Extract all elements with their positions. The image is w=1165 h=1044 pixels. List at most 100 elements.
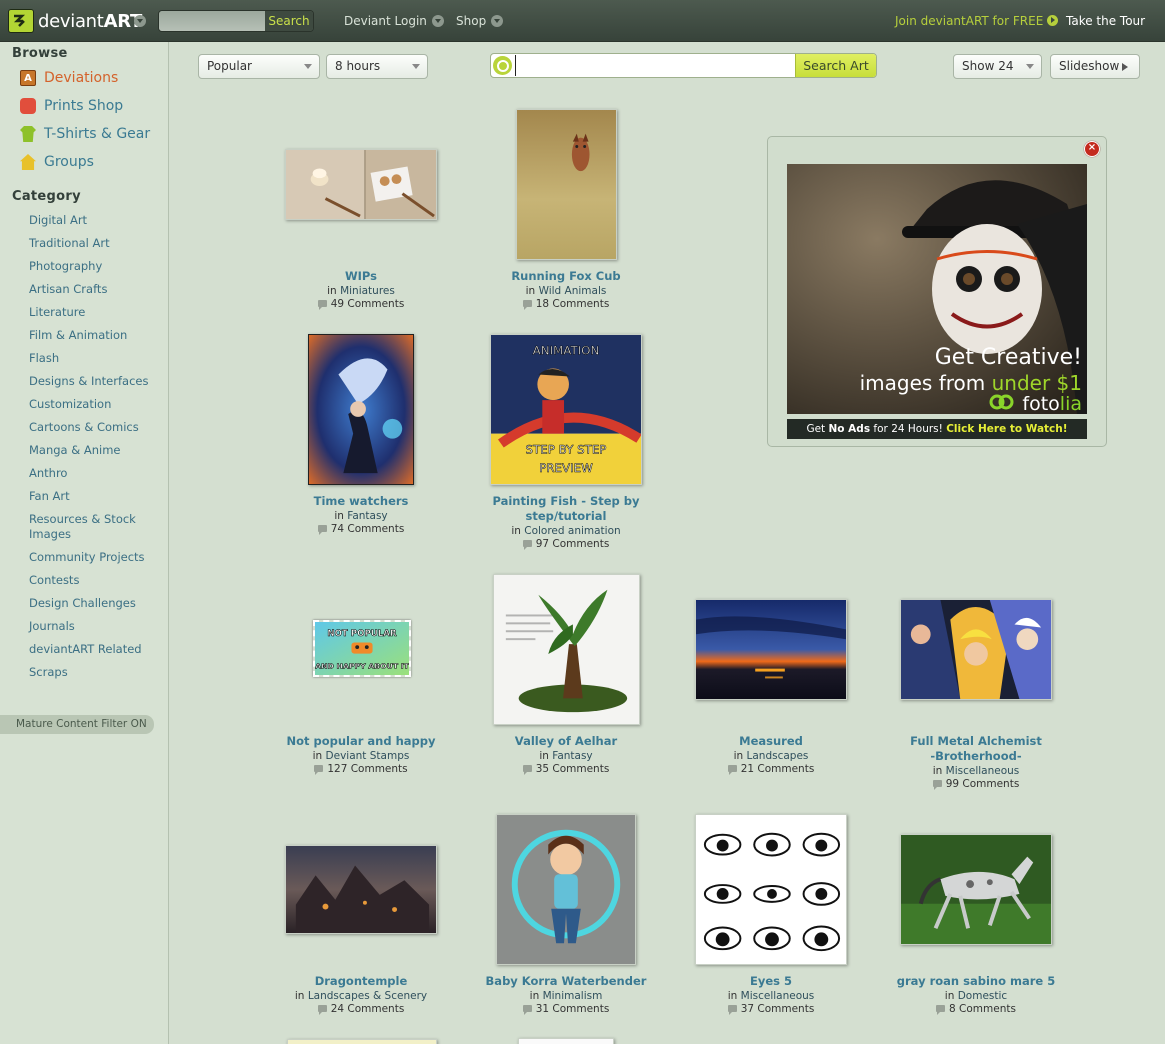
- comment-count-link[interactable]: 24 Comments: [331, 1003, 405, 1015]
- category-link[interactable]: Digital Art: [29, 213, 87, 228]
- deviation-category-link[interactable]: Landscapes & Scenery: [308, 990, 427, 1002]
- category-link[interactable]: Design Challenges: [29, 596, 136, 611]
- deviation-thumbnail[interactable]: [496, 814, 636, 965]
- category-link[interactable]: Designs & Interfaces: [29, 374, 148, 389]
- deviation-category-link[interactable]: Landscapes: [747, 750, 809, 762]
- thumbnail-text: ANIMATION: [533, 344, 600, 358]
- deviation-category-link[interactable]: Deviant Stamps: [326, 750, 410, 762]
- deviantart-logo[interactable]: deviantART: [8, 8, 142, 34]
- deviation-category-link[interactable]: Domestic: [958, 990, 1007, 1002]
- category-link[interactable]: Scraps: [29, 665, 68, 680]
- sidebar-item-groups[interactable]: Groups: [20, 153, 94, 171]
- deviation-thumbnail[interactable]: [695, 814, 847, 965]
- comment-count-link[interactable]: 35 Comments: [536, 763, 610, 775]
- take-the-tour-link[interactable]: Take the Tour: [1066, 14, 1145, 28]
- deviation-category-link[interactable]: Fantasy: [347, 510, 387, 522]
- category-link[interactable]: Traditional Art: [29, 236, 110, 251]
- category-link[interactable]: Flash: [29, 351, 59, 366]
- join-link[interactable]: Join deviantART for FREE: [895, 14, 1059, 28]
- deviation-title-link[interactable]: Measured: [671, 734, 871, 749]
- sidebar-item-deviations[interactable]: A Deviations: [20, 69, 118, 87]
- svg-text:fotolia: fotolia: [1022, 393, 1082, 414]
- shop-link[interactable]: Shop: [456, 14, 504, 28]
- mature-content-filter-toggle[interactable]: Mature Content Filter ON: [0, 715, 154, 734]
- category-link[interactable]: Manga & Anime: [29, 443, 121, 458]
- category-link[interactable]: Journals: [29, 619, 75, 634]
- category-link[interactable]: Community Projects: [29, 550, 145, 565]
- comment-count-link[interactable]: 74 Comments: [331, 523, 405, 535]
- deviation-thumbnail[interactable]: [493, 574, 640, 725]
- deviation-thumbnail[interactable]: ANIMATION STEP BY STEP PREVIEW: [490, 334, 642, 485]
- deviation-category-link[interactable]: Miscellaneous: [946, 765, 1020, 777]
- category-link[interactable]: Contests: [29, 573, 79, 588]
- sidebar: Browse A Deviations Prints Shop T-Shirts…: [0, 42, 169, 1044]
- deviation-title-link[interactable]: Full Metal Alchemist -Brotherhood-: [906, 734, 1046, 764]
- comment-count-link[interactable]: 99 Comments: [946, 778, 1020, 790]
- category-link[interactable]: Resources & Stock Images: [29, 512, 149, 542]
- comment-count-link[interactable]: 21 Comments: [741, 763, 815, 775]
- deviation-category-link[interactable]: Miniatures: [340, 285, 395, 297]
- category-link[interactable]: Literature: [29, 305, 85, 320]
- deviation-category-link[interactable]: Fantasy: [552, 750, 592, 762]
- deviation-caption: Full Metal Alchemist -Brotherhood- in Mi…: [876, 734, 1076, 791]
- deviation-title-link[interactable]: Painting Fish - Step by step/tutorial: [486, 494, 646, 524]
- topbar-search-button[interactable]: Search: [265, 11, 313, 31]
- deviation-thumbnail[interactable]: [900, 834, 1052, 945]
- deviation-category-link[interactable]: Miscellaneous: [741, 990, 815, 1002]
- deviation-title-link[interactable]: Eyes 5: [671, 974, 871, 989]
- deviation-title-link[interactable]: Dragontemple: [261, 974, 461, 989]
- deviation-thumbnail[interactable]: [285, 149, 437, 220]
- comment-count-link[interactable]: 37 Comments: [741, 1003, 815, 1015]
- comment-count-link[interactable]: 127 Comments: [327, 763, 407, 775]
- deviation-title-link[interactable]: Baby Korra Waterbender: [466, 974, 666, 989]
- time-range-dropdown[interactable]: 8 hours: [326, 54, 428, 79]
- category-link[interactable]: Artisan Crafts: [29, 282, 107, 297]
- search-art-button[interactable]: Search Art: [795, 54, 876, 77]
- watch-link[interactable]: Click Here to Watch!: [946, 423, 1067, 435]
- deviation-thumbnail[interactable]: [518, 1038, 614, 1044]
- sort-dropdown[interactable]: Popular: [198, 54, 320, 79]
- category-link[interactable]: deviantART Related: [29, 642, 142, 657]
- play-icon: [1122, 63, 1128, 71]
- category-link[interactable]: Fan Art: [29, 489, 70, 504]
- deviation-category-link[interactable]: Minimalism: [543, 990, 603, 1002]
- deviation-thumbnail[interactable]: [695, 599, 847, 700]
- search-art-input[interactable]: [515, 55, 795, 76]
- logo-dropdown-icon[interactable]: [134, 15, 146, 27]
- deviation-title-link[interactable]: WIPs: [261, 269, 461, 284]
- sidebar-item-prints-shop[interactable]: Prints Shop: [20, 97, 123, 115]
- category-link[interactable]: Customization: [29, 397, 111, 412]
- slideshow-button[interactable]: Slideshow: [1050, 54, 1140, 79]
- category-link[interactable]: Photography: [29, 259, 102, 274]
- deviation-category-link[interactable]: Wild Animals: [539, 285, 607, 297]
- deviation-title-link[interactable]: Not popular and happy: [261, 734, 461, 749]
- category-link[interactable]: Anthro: [29, 466, 67, 481]
- deviation-thumbnail[interactable]: [287, 1039, 437, 1044]
- show-count-dropdown[interactable]: Show 24: [953, 54, 1042, 79]
- category-link[interactable]: Cartoons & Comics: [29, 420, 139, 435]
- comment-count-link[interactable]: 31 Comments: [536, 1003, 610, 1015]
- deviation-category-link[interactable]: Colored animation: [524, 525, 620, 537]
- close-icon[interactable]: ×: [1084, 141, 1100, 157]
- sidebar-item-tshirts-gear[interactable]: T-Shirts & Gear: [20, 125, 150, 143]
- deviation-title-link[interactable]: gray roan sabino mare 5: [876, 974, 1076, 989]
- no-ads-banner[interactable]: Get No Ads for 24 Hours! Click Here to W…: [787, 419, 1087, 439]
- deviation-title-link[interactable]: Running Fox Cub: [466, 269, 666, 284]
- deviation-thumbnail[interactable]: [308, 334, 414, 485]
- ad-image[interactable]: Get Creative! images from under $1 fotolia: [787, 164, 1087, 414]
- comment-count-link[interactable]: 18 Comments: [536, 298, 610, 310]
- deviation-thumbnail[interactable]: [516, 109, 617, 260]
- category-link[interactable]: Film & Animation: [29, 328, 127, 343]
- deviation-thumbnail[interactable]: [285, 845, 437, 934]
- deviation-title-link[interactable]: Time watchers: [261, 494, 461, 509]
- topbar-search-input[interactable]: [159, 11, 265, 31]
- comment-count-link[interactable]: 49 Comments: [331, 298, 405, 310]
- comment-count-link[interactable]: 8 Comments: [949, 1003, 1016, 1015]
- deviation-thumbnail[interactable]: NOT POPULAR AND HAPPY ABOUT IT: [313, 620, 411, 677]
- ad-price: under $1: [992, 371, 1082, 395]
- comment-count-link[interactable]: 97 Comments: [536, 538, 610, 550]
- deviation-thumbnail[interactable]: [900, 599, 1052, 700]
- deviation-title-link[interactable]: Valley of Aelhar: [466, 734, 666, 749]
- topbar-search: Search: [158, 10, 314, 32]
- deviant-login-link[interactable]: Deviant Login: [344, 14, 444, 28]
